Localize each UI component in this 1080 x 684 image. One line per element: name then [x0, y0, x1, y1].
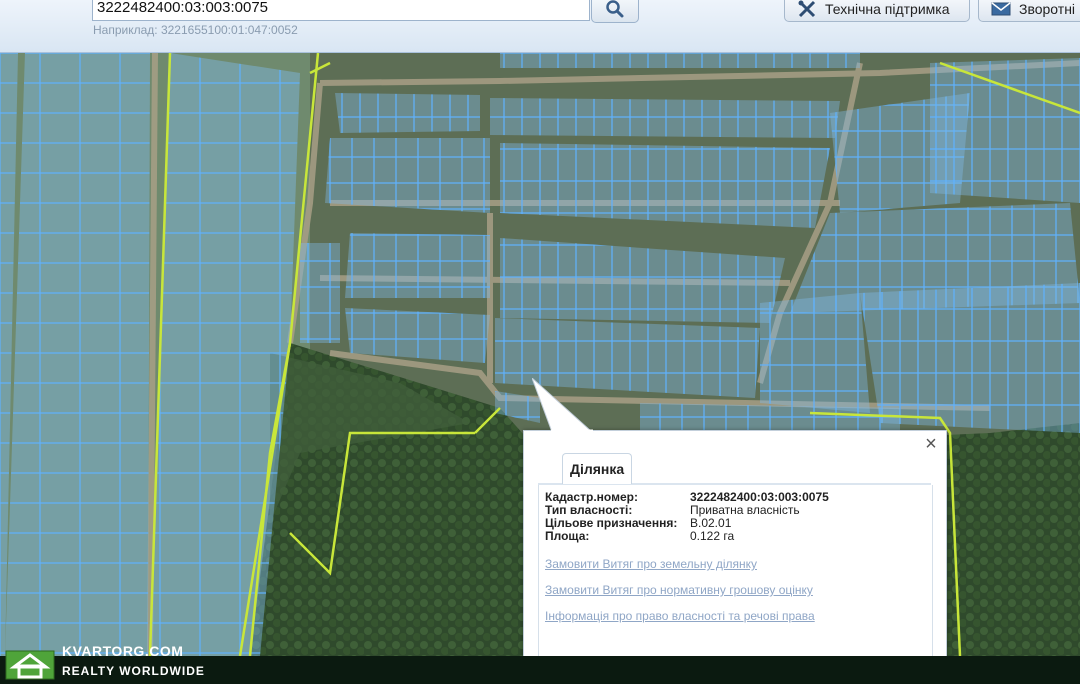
search-box[interactable]: [92, 0, 590, 21]
watermark-subtitle: REALTY WORLDWIDE: [62, 664, 205, 678]
tab-parcel[interactable]: Ділянка: [562, 453, 633, 484]
field-value: 0.122 га: [690, 529, 735, 543]
feedback-button[interactable]: Зворотні: [978, 0, 1080, 22]
parcel-info-popup: × Ділянка Кадастр.номер: 3222482400:03:0…: [523, 430, 947, 668]
popup-content: Кадастр.номер: 3222482400:03:003:0075 Ти…: [538, 485, 933, 666]
watermark-title: KVARTORG.COM: [62, 643, 184, 659]
search-button[interactable]: [591, 0, 639, 23]
tools-icon: [798, 0, 816, 17]
technical-support-label: Технічна підтримка: [825, 0, 950, 17]
field-label: Площа:: [545, 529, 590, 543]
parcel-info-table: Кадастр.номер: 3222482400:03:003:0075 Ти…: [545, 491, 829, 543]
order-valuation-extract-link[interactable]: Замовити Витяг про нормативну грошову оц…: [545, 583, 813, 597]
search-icon: [606, 0, 624, 18]
info-row-area: Площа: 0.122 га: [545, 530, 829, 543]
top-toolbar: Наприклад: 3221655100:01:047:0052 Техніч…: [0, 0, 1080, 53]
envelope-icon: [991, 1, 1011, 15]
close-icon[interactable]: ×: [922, 434, 940, 454]
cadastral-search-input[interactable]: [97, 0, 577, 17]
feedback-label: Зворотні: [1019, 0, 1076, 17]
order-parcel-extract-link[interactable]: Замовити Витяг про земельну ділянку: [545, 557, 757, 571]
house-icon: [5, 650, 55, 680]
popup-pointer: [532, 378, 594, 433]
technical-support-button[interactable]: Технічна підтримка: [784, 0, 970, 22]
ownership-rights-info-link[interactable]: Інформація про право власності та речові…: [545, 609, 815, 623]
search-example-hint: Наприклад: 3221655100:01:047:0052: [93, 23, 298, 37]
